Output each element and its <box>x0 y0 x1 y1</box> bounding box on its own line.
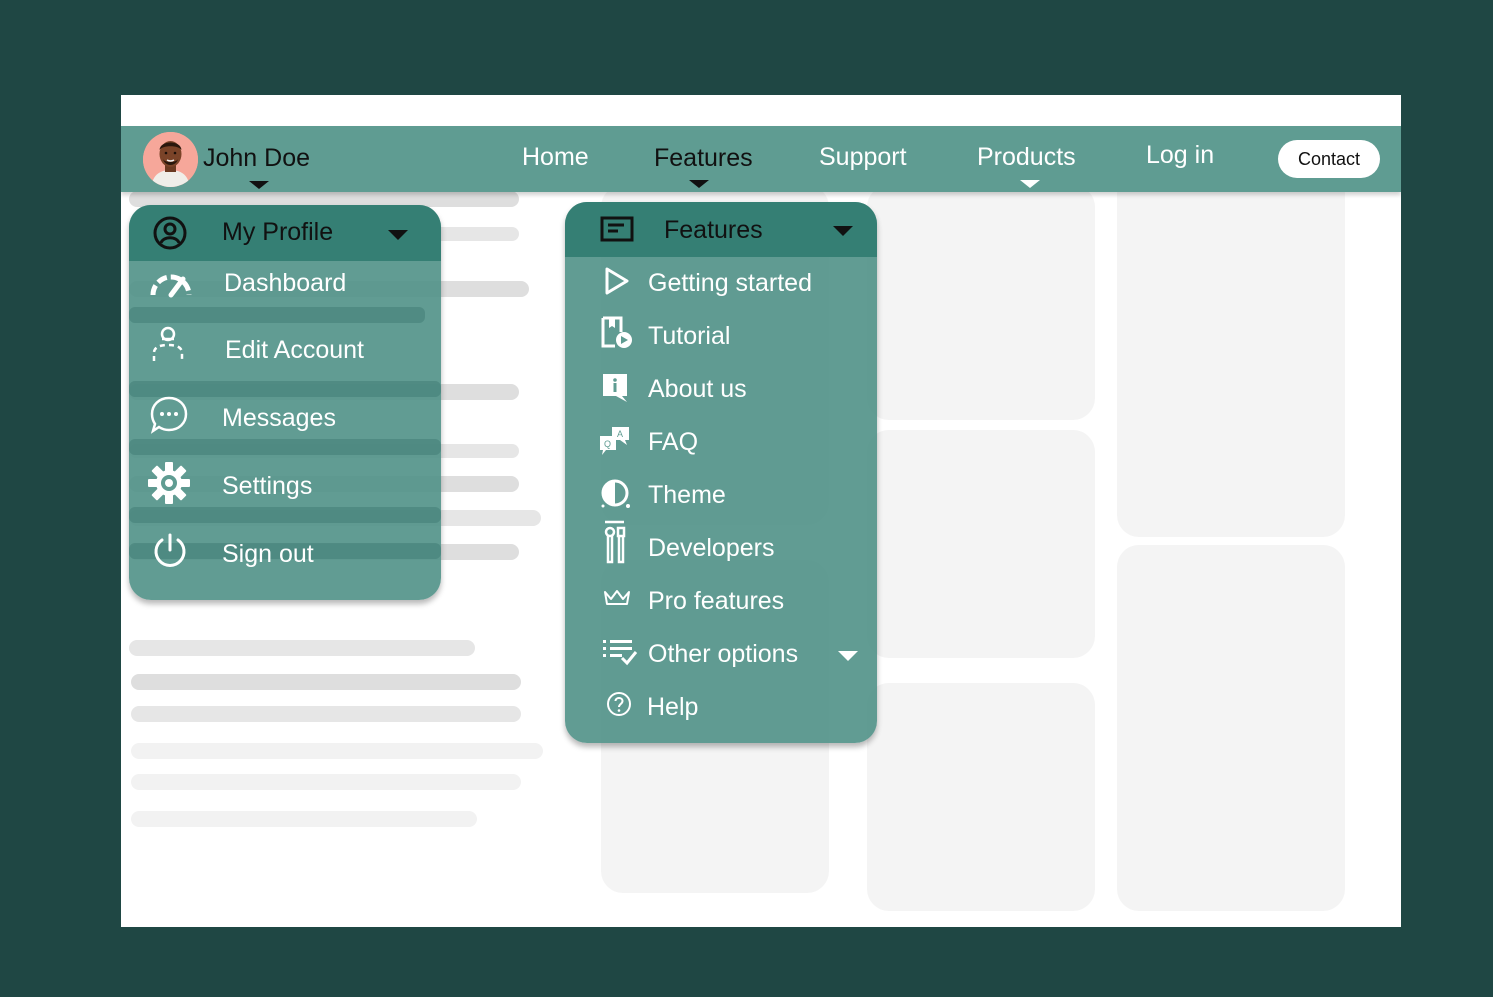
gear-icon <box>148 462 190 504</box>
menu-item-pro-features[interactable]: Pro features <box>565 581 877 621</box>
nav-login[interactable]: Log in <box>1146 141 1214 170</box>
menu-item-about-us[interactable]: About us <box>565 369 877 409</box>
menu-item-label: About us <box>648 375 747 403</box>
user-icon <box>152 326 184 361</box>
row-band <box>129 507 441 523</box>
user-name[interactable]: John Doe <box>203 144 310 173</box>
chevron-down-icon[interactable] <box>833 226 853 236</box>
menu-item-label: Edit Account <box>225 336 364 364</box>
menu-item-label: Messages <box>222 404 336 432</box>
chat-bubble-icon <box>150 396 188 434</box>
placeholder-card <box>1117 545 1345 911</box>
crown-icon <box>604 590 630 605</box>
placeholder-bar <box>131 743 543 759</box>
profile-menu: My Profile Dashboard Edit Account Messag… <box>129 205 441 600</box>
user-circle-icon <box>153 216 187 250</box>
menu-item-label: Tutorial <box>648 322 731 350</box>
nav-features[interactable]: Features <box>654 144 753 173</box>
checklist-icon <box>603 640 638 666</box>
info-icon <box>603 374 627 402</box>
placeholder-bar <box>131 811 477 827</box>
features-menu-title: Features <box>664 216 763 244</box>
menu-item-label: Theme <box>648 481 726 509</box>
chevron-down-icon[interactable] <box>388 230 408 240</box>
nav-home[interactable]: Home <box>522 143 589 172</box>
menu-item-label: Other options <box>648 640 799 668</box>
profile-menu-header[interactable]: My Profile <box>129 205 441 261</box>
features-caret-icon[interactable] <box>689 180 709 188</box>
menu-item-label: Help <box>647 693 699 721</box>
menu-item-label: Developers <box>648 534 775 562</box>
menu-item-label: Pro features <box>648 587 785 615</box>
power-icon <box>154 533 186 567</box>
menu-item-getting-started[interactable]: Getting started <box>565 263 877 303</box>
top-navbar: John Doe Home Features Support Products … <box>121 126 1401 192</box>
menu-item-settings[interactable]: Settings <box>129 461 441 507</box>
avatar-portrait-icon <box>143 132 198 187</box>
placeholder-bar <box>131 706 521 722</box>
menu-item-label: FAQ <box>648 428 699 456</box>
menu-item-developers[interactable]: Developers <box>565 520 877 570</box>
gauge-icon <box>150 274 192 298</box>
placeholder-card <box>867 430 1095 658</box>
theme-icon <box>601 479 630 508</box>
menu-item-edit-account[interactable]: Edit Account <box>129 325 441 371</box>
document-icon <box>600 216 634 242</box>
menu-item-label: Getting started <box>648 269 812 297</box>
svg-text:Q: Q <box>604 439 611 449</box>
menu-item-other-options[interactable]: Other options <box>565 634 877 674</box>
tools-icon <box>604 520 626 564</box>
menu-item-theme[interactable]: Theme <box>565 475 877 515</box>
help-icon <box>607 692 631 716</box>
app-window: John Doe Home Features Support Products … <box>121 95 1401 927</box>
menu-item-tutorial[interactable]: Tutorial <box>565 316 877 356</box>
menu-item-dashboard[interactable]: Dashboard <box>129 263 441 303</box>
menu-item-label: Dashboard <box>224 269 347 297</box>
profile-menu-title: My Profile <box>222 218 334 246</box>
placeholder-bar <box>131 674 521 690</box>
placeholder-bar <box>131 774 521 790</box>
products-caret-icon[interactable] <box>1020 180 1040 188</box>
features-menu: Features Getting started Tutorial About … <box>565 202 877 743</box>
nav-support[interactable]: Support <box>819 143 907 172</box>
chevron-down-icon[interactable] <box>838 651 858 661</box>
nav-products[interactable]: Products <box>977 143 1076 172</box>
row-band <box>129 439 441 455</box>
placeholder-card <box>1117 171 1345 537</box>
row-band <box>129 307 425 323</box>
placeholder-bar <box>129 640 475 656</box>
menu-item-sign-out[interactable]: Sign out <box>129 531 441 577</box>
menu-item-messages[interactable]: Messages <box>129 395 441 441</box>
tutorial-icon <box>601 316 632 348</box>
placeholder-card <box>867 683 1095 911</box>
menu-item-label: Sign out <box>222 540 314 568</box>
play-icon <box>605 267 629 295</box>
placeholder-card <box>867 185 1095 420</box>
menu-item-help[interactable]: Help <box>565 687 877 727</box>
user-menu-caret-icon[interactable] <box>249 181 269 189</box>
menu-item-label: Settings <box>222 472 313 500</box>
menu-item-faq[interactable]: A Q FAQ <box>565 422 877 462</box>
avatar[interactable] <box>143 132 198 187</box>
faq-icon: A Q <box>600 427 629 455</box>
contact-button[interactable]: Contact <box>1278 140 1380 178</box>
features-menu-header[interactable]: Features <box>565 202 877 257</box>
svg-text:A: A <box>617 429 623 439</box>
